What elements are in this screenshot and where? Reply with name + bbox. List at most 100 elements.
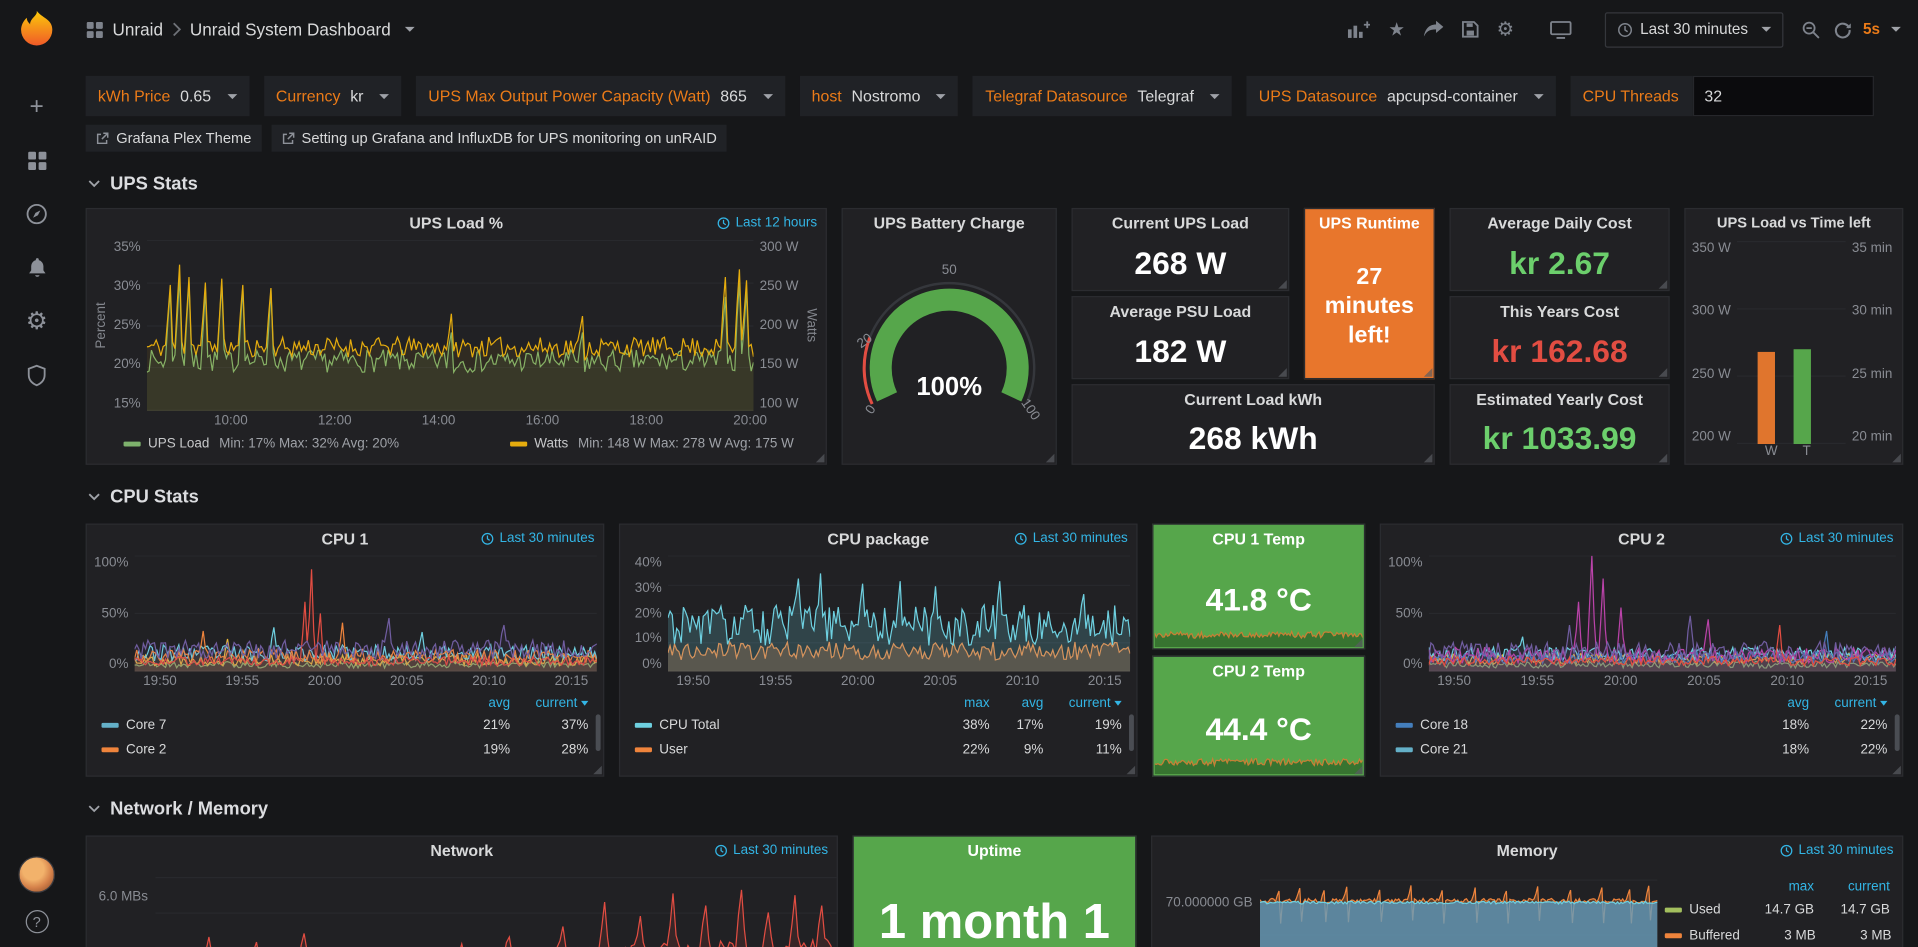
share-icon[interactable] bbox=[1423, 21, 1443, 38]
panel-title[interactable]: UPS Load vs Time left bbox=[1686, 209, 1903, 236]
variable-value[interactable]: Nostromo bbox=[852, 87, 921, 105]
network-chart[interactable] bbox=[155, 866, 836, 947]
ups-load-chart[interactable] bbox=[147, 240, 754, 411]
time-range-picker[interactable]: Last 30 minutes bbox=[1605, 12, 1784, 47]
panel-time-range[interactable]: Last 12 hours bbox=[717, 215, 817, 230]
panel-title[interactable]: Current Load kWh bbox=[1073, 385, 1434, 412]
variable-currency[interactable]: Currency kr bbox=[264, 76, 402, 116]
legend-sort-avg[interactable]: avg bbox=[1787, 695, 1809, 710]
panel-title[interactable]: CPU 1 Temp bbox=[1153, 525, 1363, 552]
legend-sort-avg[interactable]: avg bbox=[488, 695, 510, 710]
legend-sort-current[interactable]: current bbox=[535, 695, 588, 710]
battery-gauge[interactable]: 50 20 0 100 100% bbox=[843, 236, 1056, 464]
dashboards-icon[interactable] bbox=[24, 148, 48, 172]
variable-value[interactable]: 865 bbox=[720, 87, 747, 105]
variable-telegraf-datasource[interactable]: Telegraf Datasource Telegraf bbox=[973, 76, 1232, 116]
grafana-logo-icon[interactable] bbox=[15, 9, 59, 53]
legend-sort-max[interactable]: max bbox=[964, 695, 989, 710]
variable-kwh-price[interactable]: kWh Price 0.65 bbox=[86, 76, 249, 116]
series-name[interactable]: Core 7 bbox=[102, 718, 167, 733]
row-header-network-memory[interactable]: Network / Memory bbox=[86, 796, 1904, 820]
panel-title[interactable]: Current UPS Load bbox=[1073, 209, 1288, 236]
panel-title[interactable]: Average PSU Load bbox=[1073, 297, 1288, 324]
panel-time-range[interactable]: Last 30 minutes bbox=[715, 843, 828, 858]
ups-vs-time-bar-chart[interactable] bbox=[1737, 241, 1846, 444]
breadcrumb-folder[interactable]: Unraid bbox=[113, 20, 163, 40]
panel-title[interactable]: Estimated Yearly Cost bbox=[1451, 385, 1669, 412]
panel-title[interactable]: CPU 2 Temp bbox=[1153, 657, 1363, 684]
legend-scrollbar[interactable] bbox=[1895, 714, 1900, 751]
alerting-bell-icon[interactable] bbox=[24, 256, 48, 280]
cpu-package-chart[interactable] bbox=[668, 555, 1130, 671]
link-grafana-plex-theme[interactable]: Grafana Plex Theme bbox=[86, 125, 262, 152]
variable-value[interactable]: kr bbox=[350, 87, 363, 105]
series-name[interactable]: Buffered bbox=[1665, 928, 1740, 943]
legend-scrollbar[interactable] bbox=[596, 714, 601, 751]
series-name[interactable]: Core 18 bbox=[1396, 718, 1468, 733]
chevron-down-icon bbox=[763, 94, 773, 99]
series-name[interactable]: User bbox=[635, 742, 688, 757]
legend-row: Core 18 18% 22% bbox=[1396, 713, 1888, 737]
legend-sort-current[interactable]: current bbox=[1069, 695, 1122, 710]
cpu-threads-input[interactable] bbox=[1693, 76, 1874, 116]
panel-title[interactable]: UPS Runtime bbox=[1305, 209, 1433, 236]
row-header-ups-stats[interactable]: UPS Stats bbox=[86, 171, 1904, 195]
legend-sort-max[interactable]: max bbox=[1789, 879, 1814, 894]
cycle-view-monitor-icon[interactable] bbox=[1550, 20, 1572, 38]
add-panel-icon[interactable] bbox=[1347, 20, 1370, 38]
series-name[interactable]: Used bbox=[1665, 902, 1721, 917]
panel-title[interactable]: This Years Cost bbox=[1451, 297, 1669, 324]
variable-value[interactable]: Telegraf bbox=[1137, 87, 1194, 105]
panel-title[interactable]: Average Daily Cost bbox=[1451, 209, 1669, 236]
panel-time-range[interactable]: Last 30 minutes bbox=[1014, 531, 1127, 546]
legend-scrollbar[interactable] bbox=[1129, 714, 1134, 751]
panel-time-range[interactable]: Last 30 minutes bbox=[1780, 843, 1893, 858]
variable-value[interactable]: apcupsd-container bbox=[1387, 87, 1518, 105]
help-icon[interactable]: ? bbox=[25, 910, 48, 933]
y-axis-right: 300 W250 W200 W150 W100 W bbox=[753, 240, 802, 411]
star-icon[interactable]: ★ bbox=[1388, 18, 1404, 40]
panel-cpu-1-temp: CPU 1 Temp 41.8 °C bbox=[1152, 524, 1365, 650]
variable-ups-max-output[interactable]: UPS Max Output Power Capacity (Watt) 865 bbox=[416, 76, 785, 116]
settings-gear-icon[interactable]: ⚙ bbox=[1497, 17, 1515, 41]
panel-time-range[interactable]: Last 30 minutes bbox=[1780, 531, 1893, 546]
panel-time-range[interactable]: Last 30 minutes bbox=[481, 531, 594, 546]
refresh-interval-dropdown[interactable]: 5s bbox=[1863, 21, 1901, 38]
series-name[interactable]: UPS Load bbox=[148, 437, 209, 452]
memory-chart[interactable] bbox=[1260, 866, 1658, 947]
zoom-out-icon[interactable] bbox=[1802, 20, 1820, 38]
save-icon[interactable] bbox=[1461, 21, 1478, 38]
legend-sort-avg[interactable]: avg bbox=[1022, 695, 1044, 710]
variable-ups-datasource[interactable]: UPS Datasource apcupsd-container bbox=[1247, 76, 1556, 116]
series-name[interactable]: Watts bbox=[534, 437, 568, 452]
network-memory-panels: Network Last 30 minutes 6.0 MBs 4.0 MBs … bbox=[86, 835, 1904, 947]
legend-sort-current[interactable]: current bbox=[1848, 879, 1890, 894]
server-admin-shield-icon[interactable] bbox=[24, 363, 48, 387]
legend-sort-current[interactable]: current bbox=[1834, 695, 1887, 710]
series-color-dash bbox=[1665, 907, 1682, 912]
variable-value[interactable]: 0.65 bbox=[180, 87, 211, 105]
variable-host[interactable]: host Nostromo bbox=[799, 76, 958, 116]
link-ups-monitoring-guide[interactable]: Setting up Grafana and InfluxDB for UPS … bbox=[271, 125, 727, 152]
row-header-cpu-stats[interactable]: CPU Stats bbox=[86, 484, 1904, 508]
series-name[interactable]: Core 2 bbox=[102, 742, 167, 757]
explore-compass-icon[interactable] bbox=[24, 202, 48, 226]
configuration-gear-icon[interactable]: ⚙ bbox=[24, 309, 48, 333]
dashboard-title[interactable]: Unraid System Dashboard bbox=[190, 20, 391, 40]
create-plus-icon[interactable]: + bbox=[24, 94, 48, 118]
refresh-icon[interactable] bbox=[1834, 20, 1852, 38]
panel-title[interactable]: Uptime bbox=[854, 837, 1135, 864]
ups-stats-panels: UPS Load % Last 12 hours Percent 35%30%2… bbox=[86, 208, 1904, 465]
dashboard-grid-icon[interactable] bbox=[86, 20, 104, 38]
chevron-down-icon[interactable] bbox=[405, 27, 415, 32]
panel-title[interactable]: UPS Battery Charge bbox=[843, 209, 1056, 236]
legend-item[interactable]: UPS Load Min: 17% Max: 32% Avg: 20% bbox=[124, 437, 400, 452]
cpu1-chart[interactable] bbox=[135, 555, 597, 671]
chevron-down-icon bbox=[1891, 27, 1901, 32]
series-name[interactable]: Core 21 bbox=[1396, 742, 1468, 757]
cpu2-chart[interactable] bbox=[1429, 555, 1896, 671]
series-name[interactable]: CPU Total bbox=[635, 718, 720, 733]
user-avatar[interactable] bbox=[18, 856, 55, 893]
panel-title[interactable]: UPS Load % bbox=[87, 209, 826, 236]
legend-item[interactable]: Watts Min: 148 W Max: 278 W Avg: 175 W bbox=[510, 437, 794, 452]
